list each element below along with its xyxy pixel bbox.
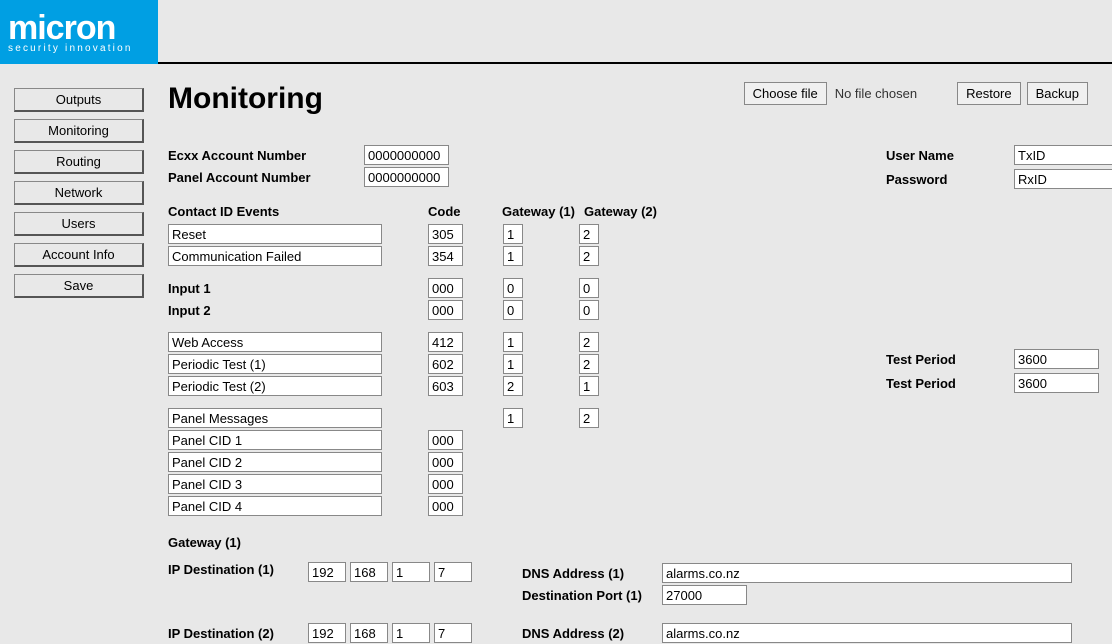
- form-area: User Name Password Test Period seconds T…: [168, 144, 1088, 644]
- event-panel-cid-4-code[interactable]: [428, 496, 463, 516]
- input1-label: Input 1: [168, 281, 428, 296]
- test-period-2-input[interactable]: [1014, 373, 1099, 393]
- sidebar-item-account-info[interactable]: Account Info: [14, 243, 144, 267]
- event-panel-cid-2-code[interactable]: [428, 452, 463, 472]
- event-periodic-1-gw1[interactable]: [503, 354, 523, 374]
- input2-label: Input 2: [168, 303, 428, 318]
- dns-2-input[interactable]: [662, 623, 1072, 643]
- panel-acct-input[interactable]: [364, 167, 449, 187]
- ip-dest-1-label: IP Destination (1): [168, 562, 308, 577]
- event-panel-cid-4[interactable]: [168, 496, 382, 516]
- file-status: No file chosen: [835, 86, 917, 101]
- events-header: Contact ID Events: [168, 204, 428, 219]
- gateway-1-title: Gateway (1): [168, 535, 1088, 550]
- event-periodic-2-gw1[interactable]: [503, 376, 523, 396]
- event-periodic-2[interactable]: [168, 376, 382, 396]
- credentials-block: User Name Password: [886, 144, 1112, 192]
- sidebar-item-network[interactable]: Network: [14, 181, 144, 205]
- event-panel-cid-1[interactable]: [168, 430, 382, 450]
- dns-1-input[interactable]: [662, 563, 1072, 583]
- input1-gw1[interactable]: [503, 278, 523, 298]
- input2-code[interactable]: [428, 300, 463, 320]
- file-chooser: Choose file No file chosen: [744, 82, 917, 105]
- username-label: User Name: [886, 148, 1014, 163]
- event-web[interactable]: [168, 332, 382, 352]
- event-commfail-gw2[interactable]: [579, 246, 599, 266]
- event-panel-messages-gw2[interactable]: [579, 408, 599, 428]
- event-reset-code[interactable]: [428, 224, 463, 244]
- sidebar-item-users[interactable]: Users: [14, 212, 144, 236]
- header-border: [158, 0, 1112, 64]
- event-commfail-code[interactable]: [428, 246, 463, 266]
- event-panel-messages-gw1[interactable]: [503, 408, 523, 428]
- event-panel-cid-3[interactable]: [168, 474, 382, 494]
- ip1-c[interactable]: [392, 562, 430, 582]
- test-period-1-label: Test Period: [886, 352, 1014, 367]
- logo-text: micron: [8, 11, 158, 45]
- event-commfail[interactable]: [168, 246, 382, 266]
- event-periodic-1-code[interactable]: [428, 354, 463, 374]
- choose-file-button[interactable]: Choose file: [744, 82, 827, 105]
- event-reset-gw1[interactable]: [503, 224, 523, 244]
- event-periodic-1-gw2[interactable]: [579, 354, 599, 374]
- event-panel-cid-1-code[interactable]: [428, 430, 463, 450]
- ip1-d[interactable]: [434, 562, 472, 582]
- event-panel-cid-3-code[interactable]: [428, 474, 463, 494]
- gw2-header: Gateway (2): [584, 204, 657, 219]
- dns-1-label: DNS Address (1): [522, 566, 662, 581]
- test-period-block: Test Period seconds Test Period seconds: [886, 348, 1112, 396]
- restore-button[interactable]: Restore: [957, 82, 1021, 105]
- dns-2-label: DNS Address (2): [522, 626, 662, 641]
- event-periodic-2-gw2[interactable]: [579, 376, 599, 396]
- test-period-2-label: Test Period: [886, 376, 1014, 391]
- ip1-b[interactable]: [350, 562, 388, 582]
- event-panel-cid-2[interactable]: [168, 452, 382, 472]
- sidebar-item-outputs[interactable]: Outputs: [14, 88, 144, 112]
- password-label: Password: [886, 172, 1014, 187]
- event-web-gw2[interactable]: [579, 332, 599, 352]
- ip1-a[interactable]: [308, 562, 346, 582]
- event-web-gw1[interactable]: [503, 332, 523, 352]
- test-period-1-input[interactable]: [1014, 349, 1099, 369]
- gw1-header: Gateway (1): [502, 204, 584, 219]
- input2-gw1[interactable]: [503, 300, 523, 320]
- ecxx-label: Ecxx Account Number: [168, 148, 364, 163]
- sidebar-item-monitoring[interactable]: Monitoring: [14, 119, 144, 143]
- sidebar-item-routing[interactable]: Routing: [14, 150, 144, 174]
- port-1-input[interactable]: [662, 585, 747, 605]
- panel-acct-label: Panel Account Number: [168, 170, 364, 185]
- ip2-d[interactable]: [434, 623, 472, 643]
- logo: micron security innovation: [0, 0, 158, 64]
- sidebar: Outputs Monitoring Routing Network Users…: [0, 64, 158, 644]
- input1-code[interactable]: [428, 278, 463, 298]
- logo-tagline: security innovation: [8, 43, 158, 54]
- ecxx-input[interactable]: [364, 145, 449, 165]
- event-reset[interactable]: [168, 224, 382, 244]
- input2-gw2[interactable]: [579, 300, 599, 320]
- event-periodic-1[interactable]: [168, 354, 382, 374]
- ip-dest-2-label: IP Destination (2): [168, 626, 308, 641]
- code-header: Code: [428, 204, 502, 219]
- page-title: Monitoring: [168, 82, 744, 116]
- backup-button[interactable]: Backup: [1027, 82, 1088, 105]
- password-input[interactable]: [1014, 169, 1112, 189]
- sidebar-item-save[interactable]: Save: [14, 274, 144, 298]
- content: Monitoring Choose file No file chosen Re…: [158, 64, 1112, 644]
- event-reset-gw2[interactable]: [579, 224, 599, 244]
- ip2-b[interactable]: [350, 623, 388, 643]
- input1-gw2[interactable]: [579, 278, 599, 298]
- event-web-code[interactable]: [428, 332, 463, 352]
- event-panel-messages[interactable]: [168, 408, 382, 428]
- header: micron security innovation: [0, 0, 1112, 64]
- event-commfail-gw1[interactable]: [503, 246, 523, 266]
- port-1-label: Destination Port (1): [522, 588, 662, 603]
- ip2-c[interactable]: [392, 623, 430, 643]
- event-periodic-2-code[interactable]: [428, 376, 463, 396]
- username-input[interactable]: [1014, 145, 1112, 165]
- ip2-a[interactable]: [308, 623, 346, 643]
